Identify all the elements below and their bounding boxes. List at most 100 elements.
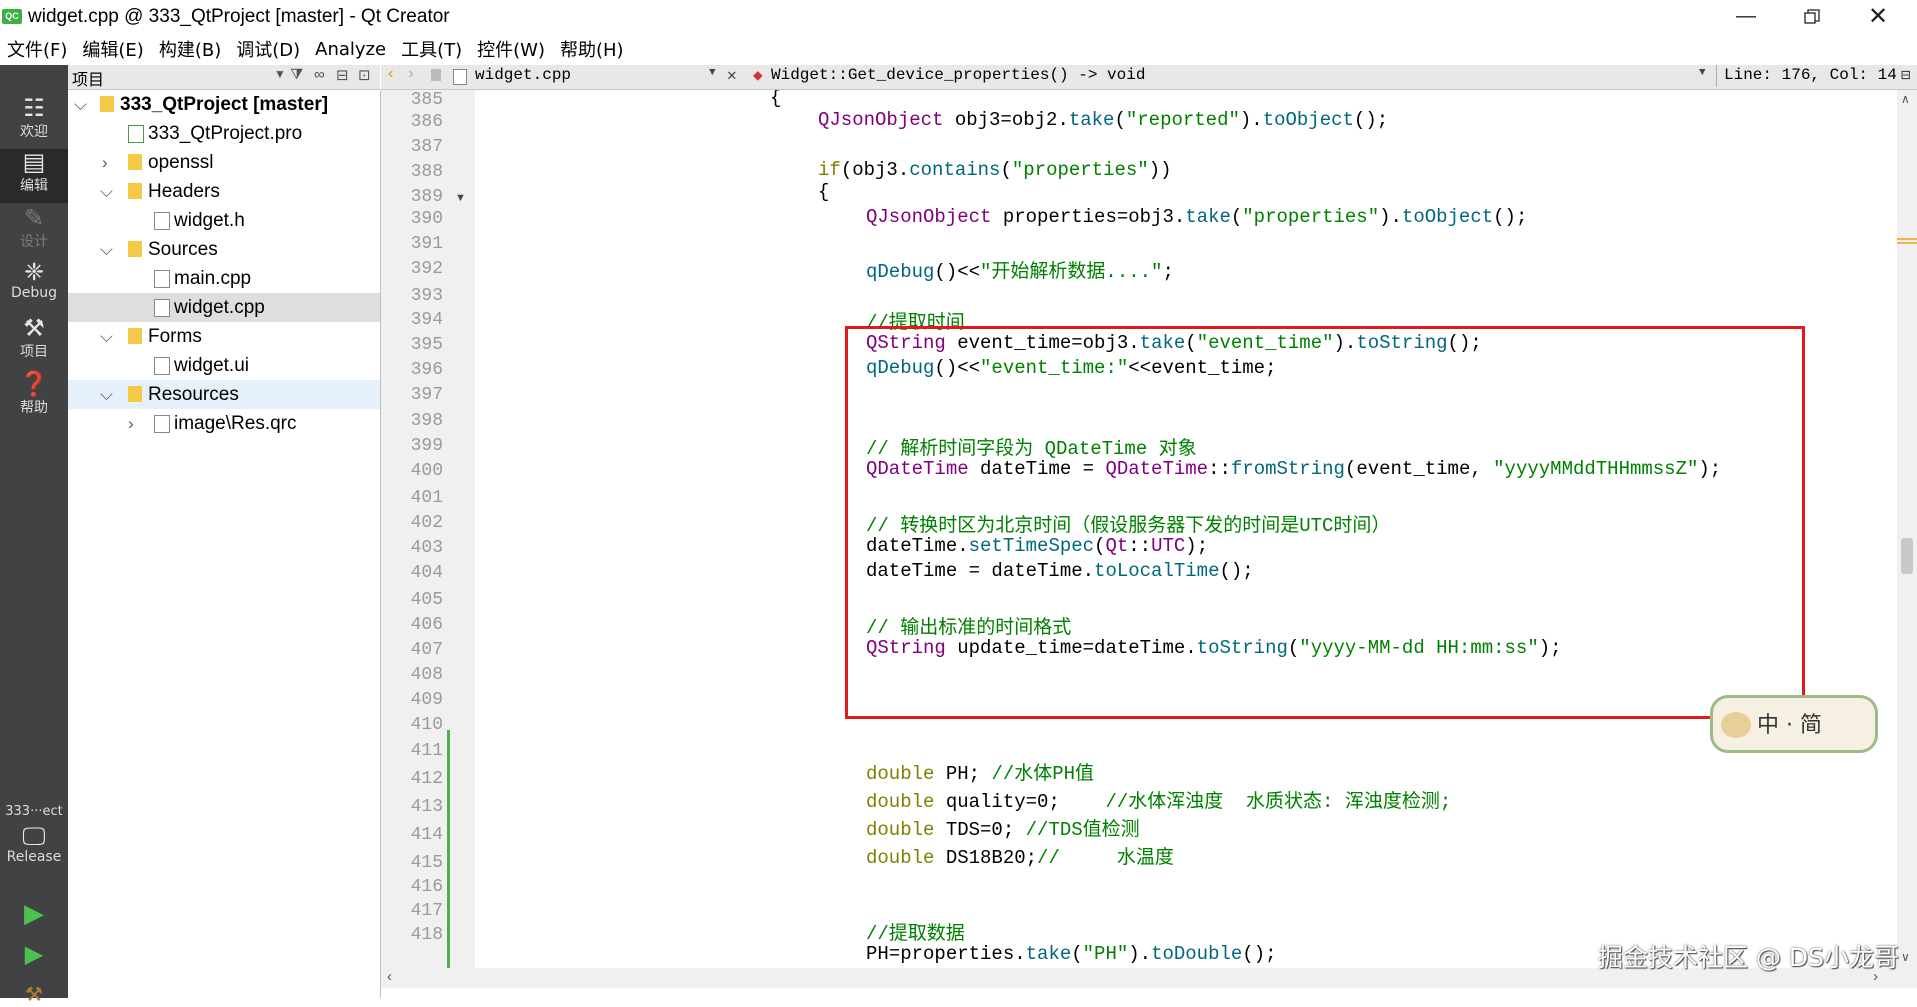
- chevron-right-icon: ›: [102, 153, 108, 172]
- line-number: 386: [410, 112, 443, 132]
- tree-item-project[interactable]: ⌵ 333_QtProject [master]: [68, 90, 380, 119]
- line-number: 406: [410, 615, 443, 635]
- debug-run-button[interactable]: ▶: [0, 941, 68, 981]
- split-editor-icon[interactable]: ⊟: [1901, 65, 1911, 85]
- menu-help[interactable]: 帮助(H): [553, 36, 632, 62]
- code-line-414: double DS18B20;// 水温度: [866, 847, 1174, 869]
- scroll-down-icon[interactable]: ∨: [1901, 950, 1910, 964]
- build-button[interactable]: ⚒: [0, 981, 68, 1006]
- code-line-412: double quality=0; //水体浑浊度 水质状态: 浑浊度检测;: [866, 791, 1452, 813]
- line-number: 410: [410, 715, 443, 735]
- code-line-389: if(obj3.contains("properties")): [818, 159, 1172, 181]
- function-dropdown-icon[interactable]: ▼: [1699, 67, 1706, 79]
- tree-item-res-qrc[interactable]: › image\Res.qrc: [68, 409, 380, 438]
- folder-icon: [128, 241, 142, 257]
- decorative-sticker: 中 · 简: [1710, 695, 1878, 753]
- tree-item-pro-file[interactable]: 333_QtProject.pro: [68, 119, 380, 148]
- code-line-411: double PH; //水体PH值: [866, 763, 1095, 785]
- project-pane-title: 项目: [72, 72, 105, 89]
- file-icon: [453, 69, 467, 85]
- qt-creator-icon: QC: [2, 9, 22, 24]
- line-number: 414: [410, 825, 443, 845]
- tree-label: 333_QtProject [master]: [120, 94, 329, 115]
- code-line-413: double TDS=0; //TDS值检测: [866, 819, 1140, 841]
- tree-item-main-cpp[interactable]: main.cpp: [68, 264, 380, 293]
- file-dropdown-icon[interactable]: ▼: [709, 67, 716, 79]
- kit-selector[interactable]: 333···ect 🖵 Release: [0, 804, 68, 884]
- run-icon: ▶: [24, 899, 44, 929]
- mode-label: 帮助: [20, 400, 48, 416]
- tree-item-widget-h[interactable]: widget.h: [68, 206, 380, 235]
- watermark-text: 掘金技术社区 @ DS小龙哥: [1598, 943, 1900, 972]
- sticker-text: 中 · 简: [1757, 713, 1822, 738]
- mode-help[interactable]: ❓ 帮助: [0, 371, 68, 423]
- pane-selector-icon[interactable]: ▼: [274, 67, 286, 81]
- tree-label: main.cpp: [174, 268, 252, 289]
- mode-projects[interactable]: ⚒ 项目: [0, 315, 68, 367]
- tree-item-openssl[interactable]: › openssl: [68, 148, 380, 177]
- line-number: 415: [410, 853, 443, 873]
- mode-design[interactable]: ✎ 设计: [0, 205, 68, 257]
- toolbar-separator: [1716, 65, 1717, 87]
- chevron-down-icon: ⌵: [100, 240, 113, 259]
- mode-debug[interactable]: ❈ Debug: [0, 259, 68, 311]
- scrollbar-thumb[interactable]: [1901, 538, 1913, 574]
- tree-item-forms[interactable]: ⌵ Forms: [68, 322, 380, 351]
- nav-back-icon[interactable]: ‹: [386, 65, 396, 83]
- close-pane-icon[interactable]: ⊡: [358, 66, 371, 84]
- split-icon[interactable]: ⊟: [336, 66, 349, 84]
- open-file-name[interactable]: widget.cpp: [475, 66, 571, 84]
- scroll-left-icon[interactable]: ‹: [387, 968, 392, 985]
- line-number: 393: [410, 286, 443, 306]
- tree-label: Resources: [148, 384, 239, 405]
- line-number: 417: [410, 901, 443, 921]
- line-number: 392: [410, 259, 443, 279]
- restore-button[interactable]: [1779, 0, 1845, 33]
- close-file-icon[interactable]: ✕: [727, 65, 737, 85]
- tree-item-widget-cpp[interactable]: widget.cpp: [68, 293, 380, 322]
- folder-icon: [128, 154, 142, 170]
- function-selector[interactable]: Widget::Get_device_properties() -> void: [771, 66, 1145, 84]
- menu-edit[interactable]: 编辑(E): [75, 36, 151, 62]
- line-number: 398: [410, 411, 443, 431]
- chevron-right-icon: ›: [128, 414, 134, 433]
- vertical-scrollbar[interactable]: ∧ ∨: [1897, 90, 1917, 968]
- tree-item-headers[interactable]: ⌵ Headers: [68, 177, 380, 206]
- menu-build[interactable]: 构建(B): [152, 36, 229, 62]
- minimize-icon: —: [1736, 5, 1756, 27]
- scrollbar-marker: [1897, 242, 1917, 244]
- close-button[interactable]: ✕: [1845, 0, 1911, 33]
- line-number: 403: [410, 538, 443, 558]
- menu-widgets[interactable]: 控件(W): [470, 36, 553, 62]
- project-tree: ⌵ 333_QtProject [master] 333_QtProject.p…: [68, 90, 381, 998]
- fold-marker-icon[interactable]: ▼: [455, 192, 466, 204]
- menu-analyze[interactable]: Analyze: [308, 39, 394, 60]
- tree-item-resources[interactable]: ⌵ Resources: [68, 380, 380, 409]
- menu-debug[interactable]: 调试(D): [229, 36, 308, 62]
- tree-item-widget-ui[interactable]: widget.ui: [68, 351, 380, 380]
- minimize-button[interactable]: —: [1713, 0, 1779, 33]
- line-number: 388: [410, 162, 443, 182]
- link-icon[interactable]: ∞: [314, 66, 325, 83]
- tree-item-sources[interactable]: ⌵ Sources: [68, 235, 380, 264]
- scroll-up-icon[interactable]: ∧: [1901, 92, 1910, 106]
- run-button[interactable]: ▶: [0, 901, 68, 941]
- code-line-385: {: [770, 90, 782, 109]
- nav-forward-icon[interactable]: ›: [406, 65, 416, 83]
- mode-edit[interactable]: ▤ 编辑: [0, 149, 68, 203]
- debug-run-icon: ▶: [24, 940, 44, 968]
- mode-label: Debug: [10, 285, 58, 301]
- mode-welcome[interactable]: ☷ 欢迎: [0, 95, 68, 147]
- line-number: 402: [410, 513, 443, 533]
- line-number: 385: [410, 90, 443, 110]
- grid-icon: ☷: [23, 94, 45, 122]
- filter-icon[interactable]: ⧩: [290, 66, 303, 83]
- help-icon: ❓: [19, 370, 49, 398]
- tree-label: image\Res.qrc: [174, 413, 297, 434]
- tree-label: widget.ui: [174, 355, 249, 376]
- code-line-386: QJsonObject obj3=obj2.take("reported").t…: [818, 109, 1389, 131]
- menu-file[interactable]: 文件(F): [0, 36, 75, 62]
- code-line-390: {: [818, 181, 830, 203]
- menu-tools[interactable]: 工具(T): [394, 36, 470, 62]
- cursor-position[interactable]: Line: 176, Col: 14: [1724, 66, 1897, 84]
